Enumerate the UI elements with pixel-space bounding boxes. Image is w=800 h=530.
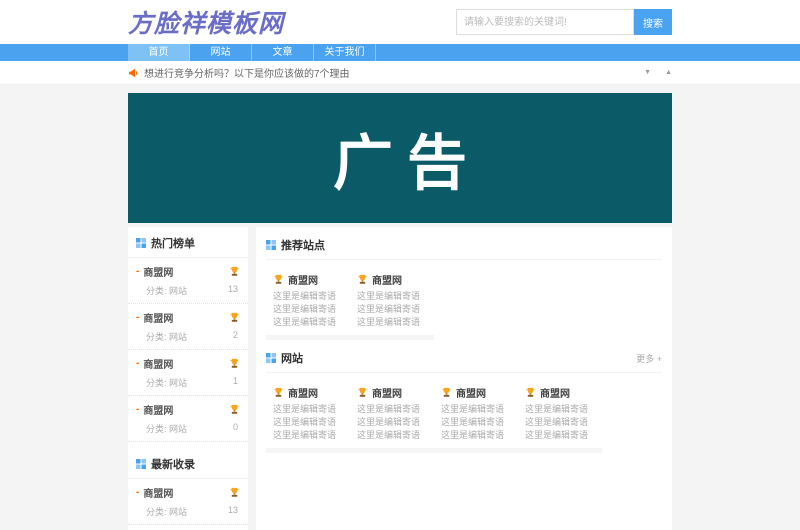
- bullet-icon: -: [136, 404, 140, 415]
- site-title: 商盟网: [143, 489, 174, 500]
- site-title: 商盟网: [143, 268, 174, 279]
- sites-section: 网站 更多 + 商盟网 这里是编辑寄语这里是编辑寄语这里是编辑寄语这里: [266, 340, 662, 453]
- hot-list-header: 热门榜单: [128, 227, 248, 258]
- site-favicon-icon: [229, 487, 240, 498]
- main-panel: 推荐站点 商盟网 这里是编辑寄语这里是编辑寄语这里是编辑寄语这里是编辑寄语: [256, 227, 672, 530]
- search-box: 搜索: [456, 9, 672, 35]
- main-nav: 首页 网站 文章 关于我们: [0, 44, 800, 61]
- card-title: 商盟网: [540, 389, 570, 400]
- site-category: 分类: 网站: [146, 424, 188, 434]
- sites-title: 网站: [281, 353, 303, 365]
- site-card[interactable]: 商盟网 这里是编辑寄语这里是编辑寄语这里是编辑寄语这里是编辑寄语: [518, 381, 602, 448]
- site-logo[interactable]: 方脸祥模板网: [128, 4, 284, 40]
- site-favicon-icon: [229, 266, 240, 277]
- bullet-icon: -: [136, 266, 140, 277]
- latest-icon: [136, 459, 146, 469]
- card-title: 商盟网: [456, 389, 486, 400]
- site-favicon-icon: [273, 274, 284, 285]
- recommended-cards: 商盟网 这里是编辑寄语这里是编辑寄语这里是编辑寄语这里是编辑寄语 商盟网: [266, 268, 434, 340]
- site-header: 方脸祥模板网 搜索: [0, 0, 800, 44]
- site-favicon-icon: [441, 387, 452, 398]
- bullet-icon: -: [136, 487, 140, 498]
- announcement-link[interactable]: 想进行竞争分析吗？以下是你应该做的7个理由: [144, 65, 350, 80]
- list-item[interactable]: - 商盟网 分类: 网站 13: [128, 258, 248, 304]
- site-favicon-icon: [273, 387, 284, 398]
- latest-section: 最新收录 - 商盟网 分类: 网站 13: [128, 442, 248, 530]
- card-description: 这里是编辑寄语这里是编辑寄语这里是编辑寄语这里是编辑寄语: [273, 291, 337, 327]
- bullet-icon: -: [136, 312, 140, 323]
- list-item[interactable]: - 商盟网 分类: 网站 1: [128, 350, 248, 396]
- sidebar: 热门榜单 - 商盟网 分类: 网站 13 - 商盟网 分类: 网站 2 - 商盟…: [128, 227, 248, 530]
- card-description: 这里是编辑寄语这里是编辑寄语这里是编辑寄语这里是编辑寄语: [357, 404, 421, 440]
- recommended-header: 推荐站点: [266, 227, 662, 260]
- nav-item-home[interactable]: 首页: [128, 44, 190, 61]
- sites-cards: 商盟网 这里是编辑寄语这里是编辑寄语这里是编辑寄语这里是编辑寄语 商盟网: [266, 381, 602, 453]
- announcement-next-icon[interactable]: ▲: [665, 69, 672, 76]
- site-favicon-icon: [229, 404, 240, 415]
- search-button[interactable]: 搜索: [634, 9, 672, 35]
- card-title: 商盟网: [288, 276, 318, 287]
- site-card[interactable]: 商盟网 这里是编辑寄语这里是编辑寄语这里是编辑寄语这里是编辑寄语: [350, 268, 434, 335]
- latest-header: 最新收录: [128, 442, 248, 479]
- hot-list-title: 热门榜单: [151, 238, 195, 250]
- site-category: 分类: 网站: [146, 332, 188, 342]
- site-category: 分类: 网站: [146, 507, 188, 517]
- site-category: 分类: 网站: [146, 378, 188, 388]
- card-description: 这里是编辑寄语这里是编辑寄语这里是编辑寄语这里是编辑寄语: [273, 404, 337, 440]
- site-favicon-icon: [357, 274, 368, 285]
- list-item[interactable]: - 商盟网 分类: 网站 2: [128, 304, 248, 350]
- site-title: 商盟网: [143, 406, 174, 417]
- more-link[interactable]: 更多 +: [636, 352, 662, 365]
- recommended-icon: [266, 240, 276, 250]
- hot-list-section: 热门榜单 - 商盟网 分类: 网站 13 - 商盟网 分类: 网站 2 - 商盟…: [128, 227, 248, 442]
- card-title: 商盟网: [372, 389, 402, 400]
- sites-header: 网站 更多 +: [266, 340, 662, 373]
- card-title: 商盟网: [288, 389, 318, 400]
- site-favicon-icon: [357, 387, 368, 398]
- site-title: 商盟网: [143, 314, 174, 325]
- site-count: 1: [232, 376, 238, 386]
- site-card[interactable]: 商盟网 这里是编辑寄语这里是编辑寄语这里是编辑寄语这里是编辑寄语: [266, 268, 350, 335]
- card-description: 这里是编辑寄语这里是编辑寄语这里是编辑寄语这里是编辑寄语: [441, 404, 505, 440]
- nav-item-sites[interactable]: 网站: [190, 44, 252, 61]
- nav-item-articles[interactable]: 文章: [252, 44, 314, 61]
- list-item[interactable]: - 商盟网 分类: 网站 0: [128, 396, 248, 442]
- site-count: 0: [232, 422, 238, 432]
- announcement-bar: 想进行竞争分析吗？以下是你应该做的7个理由 ▼ ▲: [0, 61, 800, 85]
- card-title: 商盟网: [372, 276, 402, 287]
- recommended-section: 推荐站点 商盟网 这里是编辑寄语这里是编辑寄语这里是编辑寄语这里是编辑寄语: [266, 227, 662, 340]
- nav-item-about[interactable]: 关于我们: [314, 44, 376, 61]
- site-card[interactable]: 商盟网 这里是编辑寄语这里是编辑寄语这里是编辑寄语这里是编辑寄语: [350, 381, 434, 448]
- announcement-controls: ▼ ▲: [644, 69, 672, 76]
- card-description: 这里是编辑寄语这里是编辑寄语这里是编辑寄语这里是编辑寄语: [357, 291, 421, 327]
- ad-banner-text: 广告: [333, 128, 481, 199]
- ad-banner[interactable]: 广告: [128, 93, 672, 223]
- site-favicon-icon: [229, 312, 240, 323]
- latest-title: 最新收录: [151, 459, 195, 471]
- site-count: 2: [232, 330, 238, 340]
- announcement-icon: [128, 68, 138, 78]
- site-category: 分类: 网站: [146, 286, 188, 296]
- site-favicon-icon: [229, 358, 240, 369]
- search-input[interactable]: [456, 9, 634, 35]
- hot-list-icon: [136, 238, 146, 248]
- recommended-title: 推荐站点: [281, 240, 325, 252]
- site-count: 13: [227, 505, 238, 515]
- site-card[interactable]: 商盟网 这里是编辑寄语这里是编辑寄语这里是编辑寄语这里是编辑寄语: [434, 381, 518, 448]
- site-card[interactable]: 商盟网 这里是编辑寄语这里是编辑寄语这里是编辑寄语这里是编辑寄语: [266, 381, 350, 448]
- list-item[interactable]: - 商盟网 分类: 网站 13: [128, 479, 248, 525]
- list-item[interactable]: - 商盟网 分类: 网站 1: [128, 525, 248, 530]
- site-title: 商盟网: [143, 360, 174, 371]
- card-description: 这里是编辑寄语这里是编辑寄语这里是编辑寄语这里是编辑寄语: [525, 404, 589, 440]
- announcement-prev-icon[interactable]: ▼: [644, 69, 651, 76]
- sites-icon: [266, 353, 276, 363]
- site-count: 13: [227, 284, 238, 294]
- site-favicon-icon: [525, 387, 536, 398]
- bullet-icon: -: [136, 358, 140, 369]
